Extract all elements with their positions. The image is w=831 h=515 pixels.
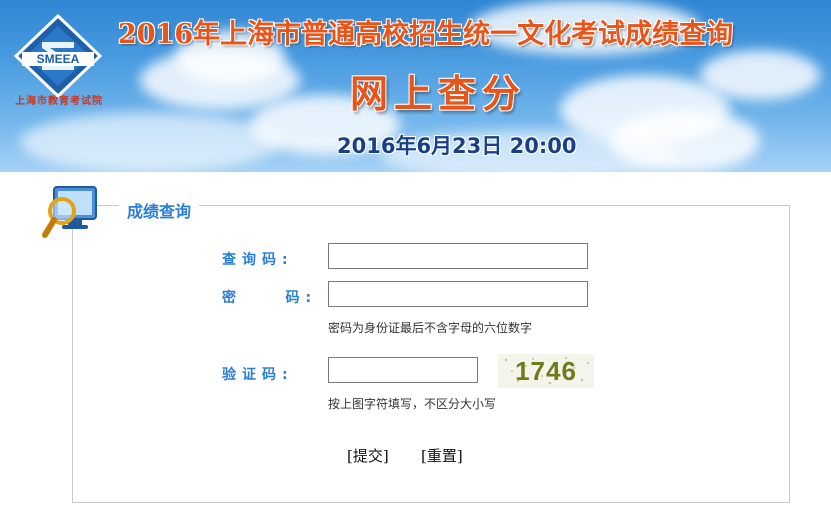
- captcha-hint: 按上图字符填写，不区分大小写: [328, 397, 497, 411]
- search-monitor-icon: [42, 186, 97, 238]
- page-subtitle: 网上查分: [349, 72, 526, 116]
- captcha-input[interactable]: [328, 357, 478, 383]
- page-title: 2016年上海市普通高校招生统一文化考试成绩查询: [118, 19, 734, 50]
- password-input[interactable]: [328, 281, 588, 307]
- header-banner: SMEEA 上海市教育考试院 2016年上海市普通高校招生统一文化考试成绩查询 …: [0, 0, 831, 172]
- captcha-label: 验证码:: [222, 367, 294, 383]
- query-code-label: 查询码:: [222, 252, 294, 268]
- captcha-image[interactable]: 1746: [498, 354, 594, 388]
- panel-title: 成绩查询: [119, 198, 200, 222]
- password-label: 密 码:: [222, 290, 318, 306]
- reset-button[interactable]: [重置]: [421, 445, 463, 466]
- release-datetime: 2016年6月23日 20:00: [337, 134, 577, 158]
- submit-button[interactable]: [提交]: [347, 445, 389, 466]
- query-code-input[interactable]: [328, 243, 588, 269]
- svg-text:1746: 1746: [515, 356, 577, 386]
- password-hint: 密码为身份证最后不含字母的六位数字: [328, 321, 533, 335]
